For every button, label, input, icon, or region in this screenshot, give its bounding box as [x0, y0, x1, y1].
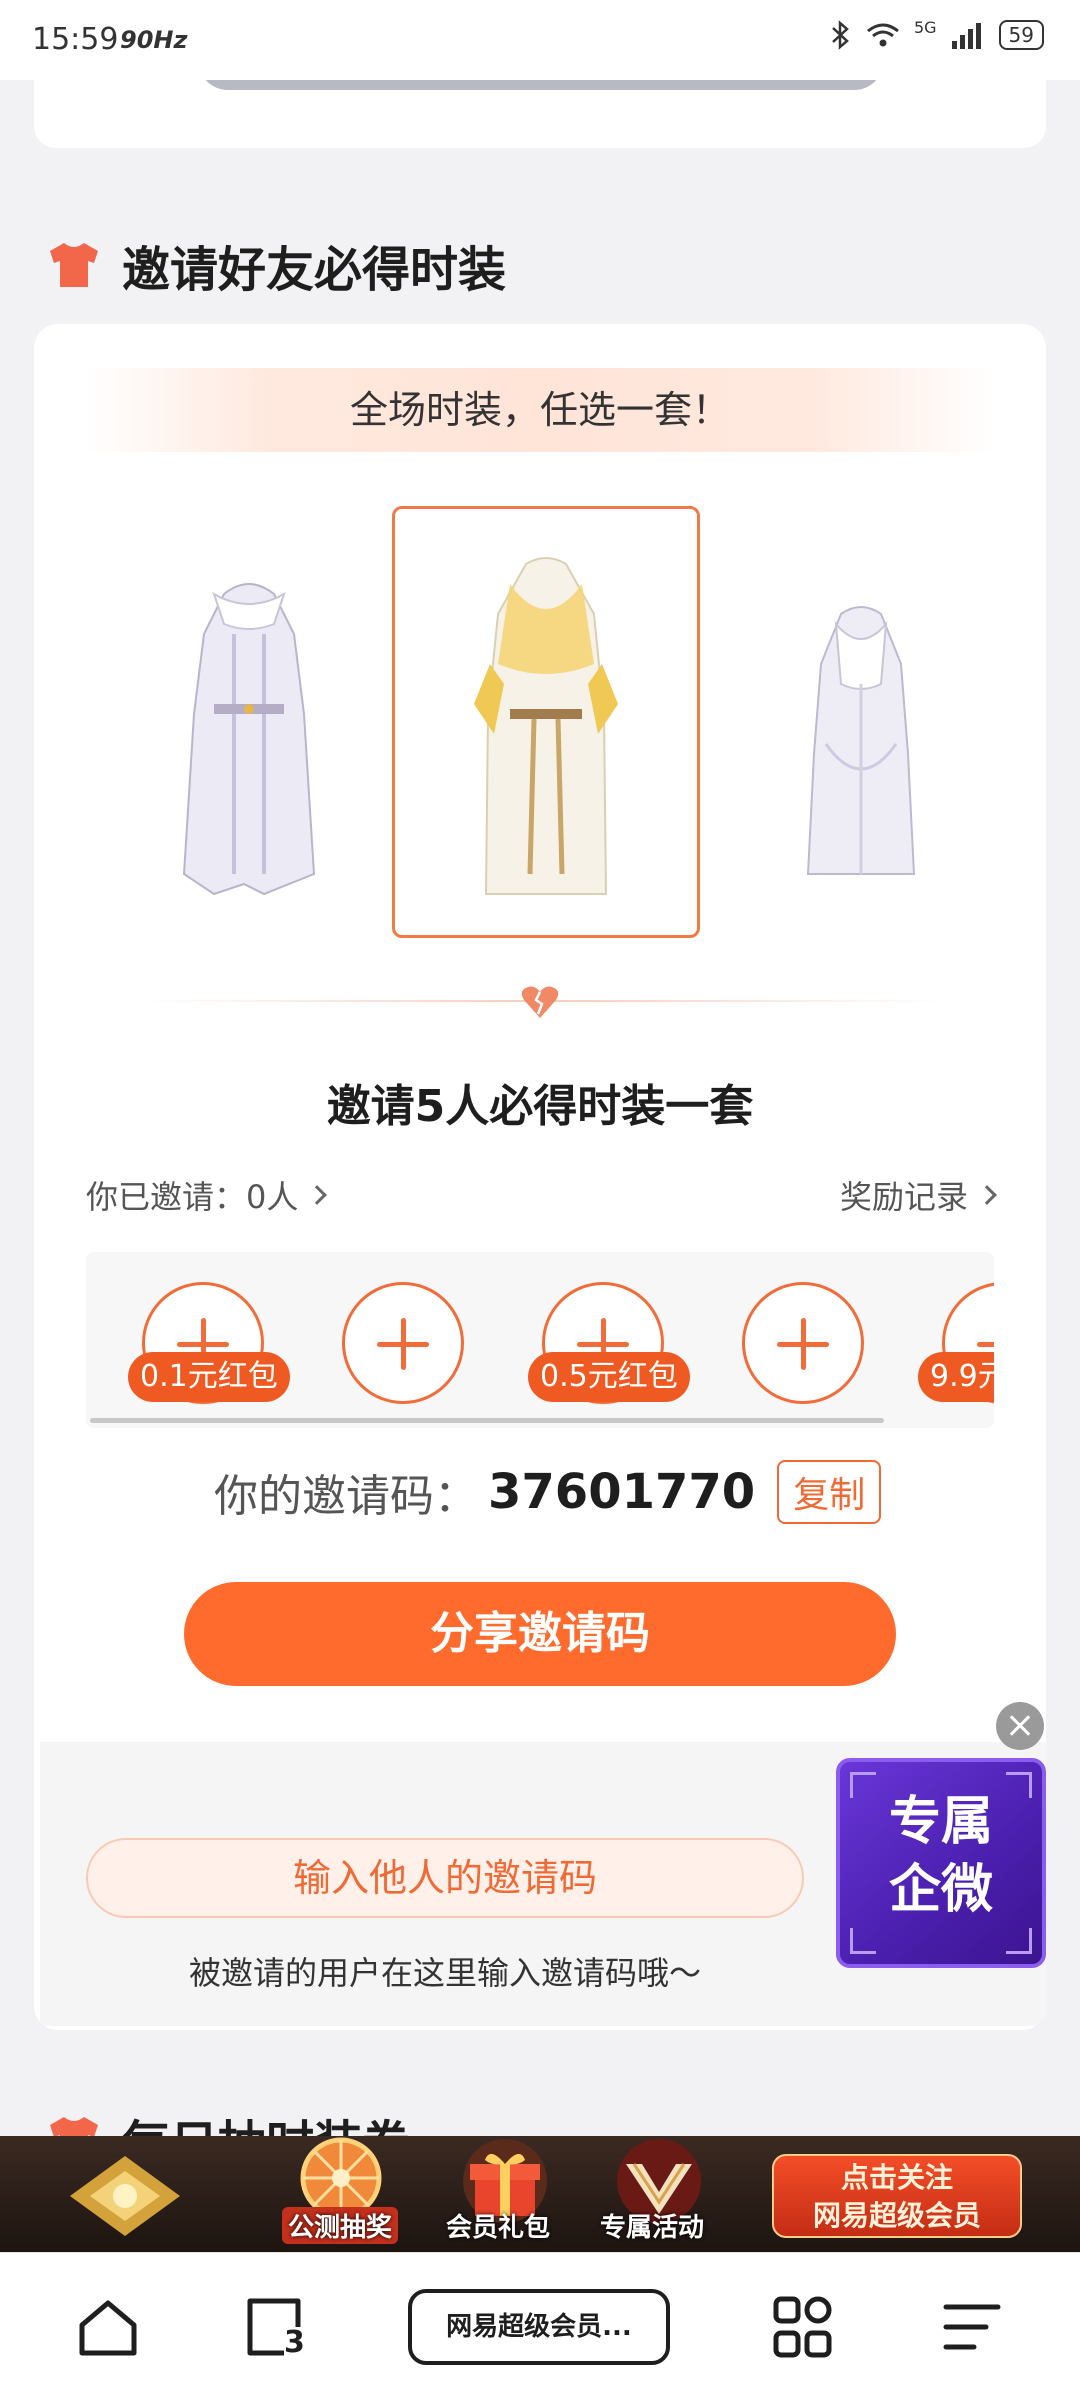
- follow-line-2: 网易超级会员: [812, 2199, 981, 2232]
- invite-code-value: 37601770: [488, 1464, 756, 1520]
- ad-exclusive-event-label: 专属活动: [600, 2213, 705, 2243]
- gift-gold-icon: [70, 2156, 180, 2236]
- follow-button[interactable]: 点击关注 网易超级会员: [772, 2154, 1022, 2238]
- ad-member-gift-label: 会员礼包: [446, 2213, 551, 2243]
- corner-ornament: [850, 1772, 876, 1798]
- invited-count[interactable]: 你已邀请：0人: [86, 1172, 328, 1218]
- promo-banner: 全场时装，任选一套！: [84, 368, 996, 452]
- wifi-icon: [867, 23, 899, 47]
- reward-pill-1: 0.1元红包: [128, 1352, 290, 1402]
- invite-code-row: 你的邀请码： 37601770 复制: [214, 1460, 882, 1524]
- invite-goal-title: 邀请5人必得时装一套: [326, 1081, 754, 1132]
- reward-records-link[interactable]: 奖励记录: [839, 1172, 997, 1218]
- outfit-center[interactable]: [454, 544, 638, 914]
- invite-slot-2[interactable]: [342, 1282, 464, 1404]
- refresh-rate: 90Hz: [120, 26, 188, 54]
- wecom-float-button[interactable]: 专属 企微: [836, 1758, 1046, 1968]
- ad-lottery-label: 公测抽奖: [282, 2207, 399, 2244]
- signal-icon: [951, 23, 981, 49]
- invited-count-label: 你已邀请：0人: [86, 1178, 299, 1216]
- address-bar[interactable]: 网易超级会员...: [408, 2289, 670, 2365]
- reward-records-label: 奖励记录: [839, 1178, 968, 1216]
- section-title: 邀请好友必得时装: [122, 242, 507, 298]
- enter-code-hint: 被邀请的用户在这里输入邀请码哦～: [188, 1954, 701, 1992]
- tab-count: 3: [284, 2325, 305, 2360]
- invite-slots[interactable]: 0.1元红包 0.5元红包 9.9元: [86, 1252, 994, 1428]
- enter-code-button[interactable]: 输入他人的邀请码: [86, 1838, 804, 1918]
- promo-ad-strip[interactable]: 公测抽奖 会员礼包 专属活动 点击关注 网易超级会员: [0, 2136, 1080, 2252]
- corner-ornament: [850, 1928, 876, 1954]
- apps-grid-icon[interactable]: [766, 2291, 838, 2363]
- network-label: 5G: [913, 17, 937, 37]
- outfit-left[interactable]: [154, 574, 344, 914]
- outfit-right[interactable]: [786, 594, 936, 894]
- reward-pill-2: 0.5元红包: [528, 1352, 690, 1402]
- section-header: 邀请好友必得时装: [46, 230, 506, 300]
- bluetooth-icon: [832, 20, 849, 50]
- plus-icon-stroke: [801, 1318, 806, 1370]
- wecom-line-2: 企微: [888, 1859, 993, 1920]
- close-icon[interactable]: [996, 1702, 1044, 1750]
- plus-icon: [977, 1342, 994, 1347]
- broken-heart-icon: [521, 986, 559, 1018]
- tabs-button[interactable]: 3: [240, 2291, 312, 2363]
- plus-icon-stroke: [401, 1318, 406, 1370]
- wecom-line-1: 专属: [888, 1791, 993, 1852]
- status-bar: 15:59 90Hz 5G 59: [0, 0, 1080, 80]
- shirt-icon: [50, 243, 98, 287]
- chevron-right-icon: [977, 1185, 997, 1205]
- horizontal-scrollbar[interactable]: [90, 1418, 884, 1423]
- menu-icon[interactable]: [936, 2291, 1008, 2363]
- browser-bottom-nav: 3 网易超级会员...: [0, 2252, 1080, 2400]
- invite-slot-4[interactable]: [742, 1282, 864, 1404]
- corner-ornament: [1006, 1928, 1032, 1954]
- share-code-button[interactable]: 分享邀请码: [184, 1582, 896, 1686]
- chevron-right-icon: [307, 1185, 328, 1205]
- corner-ornament: [1006, 1772, 1032, 1798]
- ad-exclusive-event[interactable]: 专属活动: [594, 2136, 724, 2252]
- copy-button[interactable]: 复制: [777, 1460, 882, 1524]
- status-icons: 5G 59: [830, 17, 1044, 50]
- follow-line-1: 点击关注: [840, 2161, 953, 2194]
- battery-indicator: 59: [998, 20, 1044, 50]
- ad-lottery[interactable]: 公测抽奖: [276, 2136, 406, 2252]
- status-time: 15:59: [32, 22, 119, 57]
- home-icon[interactable]: [72, 2291, 144, 2363]
- invite-code-label: 你的邀请码：: [214, 1471, 478, 1522]
- ad-member-gift[interactable]: 会员礼包: [440, 2136, 570, 2252]
- reward-pill-3: 9.9元: [918, 1352, 994, 1402]
